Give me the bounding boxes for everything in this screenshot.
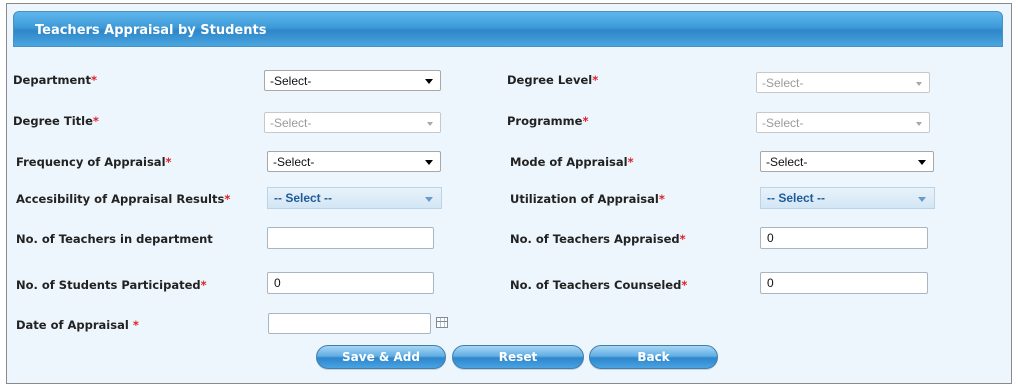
- back-button[interactable]: Back: [589, 345, 718, 369]
- chevron-down-icon: [918, 197, 926, 202]
- teachers-appraised-label: No. of Teachers Appraised*: [510, 232, 686, 246]
- date-label: Date of Appraisal *: [16, 318, 139, 332]
- students-participated-input[interactable]: 0: [267, 272, 434, 294]
- chevron-down-icon: [918, 160, 926, 165]
- mode-value: -Select-: [766, 155, 808, 169]
- save-add-button[interactable]: Save & Add: [316, 345, 446, 369]
- programme-select[interactable]: -Select-: [756, 112, 930, 133]
- utilization-value: -- Select --: [767, 191, 826, 205]
- chevron-down-icon: [916, 82, 922, 86]
- teachers-appraised-input[interactable]: 0: [760, 227, 928, 249]
- chevron-down-icon: [916, 122, 922, 126]
- degree-title-value: -Select-: [270, 116, 312, 130]
- teachers-counseled-input[interactable]: 0: [760, 272, 928, 294]
- programme-label: Programme*: [507, 114, 589, 128]
- department-select[interactable]: -Select-: [264, 70, 441, 91]
- panel-title: Teachers Appraisal by Students: [35, 23, 267, 38]
- degree-title-label: Degree Title*: [13, 114, 99, 128]
- students-participated-value: 0: [274, 276, 281, 290]
- degree-level-select[interactable]: -Select-: [756, 72, 930, 93]
- students-participated-label: No. of Students Participated*: [16, 278, 207, 292]
- utilization-combo[interactable]: -- Select --: [760, 187, 935, 209]
- panel-header: Teachers Appraisal by Students: [13, 11, 1003, 47]
- teachers-counseled-label: No. of Teachers Counseled*: [510, 278, 688, 292]
- frequency-label: Frequency of Appraisal*: [16, 155, 172, 169]
- teachers-in-dept-input[interactable]: [267, 227, 434, 249]
- department-value: -Select-: [270, 74, 312, 88]
- degree-level-label: Degree Level*: [507, 73, 599, 87]
- accessibility-label: Accesibility of Appraisal Results*: [16, 192, 231, 206]
- accessibility-combo[interactable]: -- Select --: [267, 187, 442, 209]
- chevron-down-icon: [427, 122, 433, 126]
- accessibility-value: -- Select --: [274, 191, 333, 205]
- reset-button-label: Reset: [498, 350, 538, 364]
- chevron-down-icon: [425, 79, 433, 84]
- chevron-down-icon: [425, 197, 433, 202]
- teachers-counseled-value: 0: [767, 276, 774, 290]
- date-input[interactable]: [268, 313, 431, 334]
- teachers-appraised-value: 0: [767, 231, 774, 245]
- department-label: Department*: [13, 73, 97, 87]
- frequency-value: -Select-: [273, 155, 315, 169]
- calendar-icon[interactable]: [436, 317, 448, 328]
- mode-label: Mode of Appraisal*: [510, 155, 634, 169]
- teachers-in-dept-label: No. of Teachers in department: [16, 232, 213, 246]
- mode-select[interactable]: -Select-: [760, 151, 934, 172]
- utilization-label: Utilization of Appraisal*: [510, 192, 665, 206]
- save-add-button-label: Save & Add: [342, 350, 420, 364]
- degree-title-select[interactable]: -Select-: [264, 112, 441, 133]
- back-button-label: Back: [637, 350, 670, 364]
- degree-level-value: -Select-: [762, 76, 804, 90]
- programme-value: -Select-: [762, 116, 804, 130]
- chevron-down-icon: [425, 160, 433, 165]
- frequency-select[interactable]: -Select-: [267, 151, 441, 172]
- reset-button[interactable]: Reset: [452, 345, 584, 369]
